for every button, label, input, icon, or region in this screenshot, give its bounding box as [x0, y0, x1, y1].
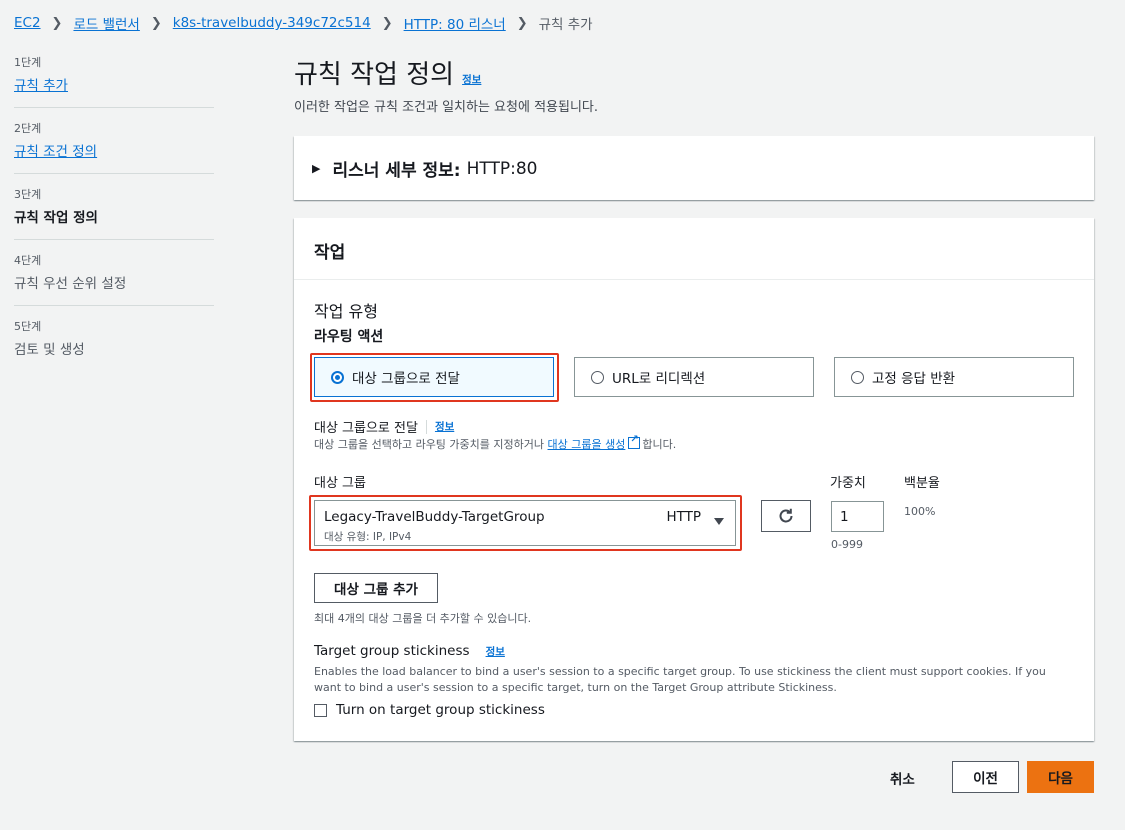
wizard-steps: 1단계 규칙 추가 2단계 규칙 조건 정의 3단계 규칙 작업 정의 4단계 …: [14, 54, 214, 383]
option-forward-to-target-group[interactable]: 대상 그룹으로 전달: [314, 357, 554, 397]
wizard-step-4: 4단계 규칙 우선 순위 설정: [14, 252, 214, 306]
target-group-type: 대상 유형: IP, IPv4: [324, 531, 412, 543]
cancel-button[interactable]: 취소: [890, 768, 915, 788]
percentage-value: 100%: [904, 505, 936, 518]
breadcrumb-ec2[interactable]: EC2: [14, 15, 41, 31]
option-label: 고정 응답 반환: [872, 371, 956, 387]
weight-input[interactable]: 1: [831, 501, 884, 532]
external-link-icon: [628, 434, 641, 449]
page-description: 이러한 작업은 규칙 조건과 일치하는 요청에 적용됩니다.: [294, 100, 599, 115]
page-title: 규칙 작업 정의: [294, 60, 455, 90]
page-info-link[interactable]: 정보: [462, 72, 481, 87]
target-group-select[interactable]: Legacy-TravelBuddy-TargetGroup 대상 유형: IP…: [314, 500, 736, 546]
action-heading: 작업: [314, 243, 346, 263]
step-link-add-rule[interactable]: 규칙 추가: [14, 78, 68, 94]
refresh-icon: [779, 508, 793, 523]
chevron-right-icon: ❯: [381, 15, 393, 31]
next-button[interactable]: 다음: [1027, 761, 1094, 793]
stickiness-label-row: Target group stickiness 정보: [314, 643, 505, 659]
option-redirect-to-url[interactable]: URL로 리디렉션: [574, 357, 814, 397]
wizard-step-3: 3단계 규칙 작업 정의: [14, 186, 214, 240]
refresh-button[interactable]: [761, 500, 811, 532]
option-label: URL로 리디렉션: [612, 371, 706, 387]
stickiness-checkbox-label: Turn on target group stickiness: [336, 702, 545, 718]
listener-details-value: HTTP:80: [466, 158, 538, 179]
action-panel-header: 작업: [294, 218, 1094, 280]
step-number: 1단계: [14, 56, 42, 69]
stickiness-checkbox[interactable]: [314, 703, 327, 717]
listener-details-label: 리스너 세부 정보:: [332, 161, 461, 181]
step-current-define-actions: 규칙 작업 정의: [14, 210, 98, 226]
forward-label-row: 대상 그룹으로 전달 정보: [314, 417, 454, 436]
caret-down-icon: [714, 518, 724, 525]
chevron-right-icon: ❯: [516, 15, 528, 31]
breadcrumb-current: 규칙 추가: [538, 17, 593, 33]
chevron-right-icon: ❯: [150, 15, 162, 31]
listener-details-panel: ▶ 리스너 세부 정보: HTTP:80: [294, 136, 1094, 200]
radio-icon: [851, 370, 864, 384]
step-link-define-conditions[interactable]: 규칙 조건 정의: [14, 144, 97, 160]
forward-label: 대상 그룹으로 전달: [314, 421, 418, 436]
weight-hint: 0-999: [831, 538, 863, 551]
forward-info-link[interactable]: 정보: [435, 419, 454, 434]
wizard-step-1: 1단계 규칙 추가: [14, 54, 214, 108]
caret-right-icon: ▶: [312, 162, 321, 175]
option-fixed-response[interactable]: 고정 응답 반환: [834, 357, 1074, 397]
routing-action-tiles: 대상 그룹으로 전달 URL로 리디렉션 고정 응답 반환: [314, 357, 1074, 397]
step-review-create: 검토 및 생성: [14, 342, 85, 358]
step-number: 2단계: [14, 122, 42, 135]
breadcrumb: EC2 ❯ 로드 밸런서 ❯ k8s-travelbuddy-349c72c51…: [14, 12, 593, 34]
routing-action-label: 라우팅 액션: [314, 329, 384, 345]
weight-label: 가중치: [830, 476, 866, 491]
wizard-step-2: 2단계 규칙 조건 정의: [14, 120, 214, 174]
target-group-name: Legacy-TravelBuddy-TargetGroup: [324, 509, 545, 525]
previous-button[interactable]: 이전: [952, 761, 1019, 793]
step-number: 4단계: [14, 254, 42, 267]
add-target-group-hint: 최대 4개의 대상 그룹을 더 추가할 수 있습니다.: [314, 612, 532, 625]
page-header: 규칙 작업 정의 정보: [294, 54, 481, 91]
action-type-label: 작업 유형: [314, 302, 378, 321]
chevron-right-icon: ❯: [51, 15, 63, 31]
forward-desc-text: 대상 그룹을 선택하고 라우팅 가중치를 지정하거나: [314, 438, 545, 451]
target-group-protocol: HTTP: [666, 509, 701, 525]
percentage-label: 백분율: [904, 476, 940, 491]
stickiness-info-link[interactable]: 정보: [486, 644, 505, 659]
breadcrumb-load-balancer[interactable]: k8s-travelbuddy-349c72c514: [173, 15, 371, 31]
step-set-priority: 규칙 우선 순위 설정: [14, 276, 127, 292]
listener-details-toggle[interactable]: ▶ 리스너 세부 정보: HTTP:80: [312, 156, 538, 182]
forward-description: 대상 그룹을 선택하고 라우팅 가중치를 지정하거나 대상 그룹을 생성 합니다.: [314, 434, 677, 452]
breadcrumb-listener[interactable]: HTTP: 80 리스너: [404, 13, 506, 33]
radio-icon: [591, 370, 604, 384]
divider: [425, 419, 427, 434]
option-label: 대상 그룹으로 전달: [352, 371, 460, 387]
stickiness-description: Enables the load balancer to bind a user…: [314, 665, 1046, 694]
add-target-group-button[interactable]: 대상 그룹 추가: [314, 573, 438, 603]
action-panel: 작업 작업 유형 라우팅 액션 대상 그룹으로 전달 URL로 리디렉션 고정 …: [294, 218, 1094, 741]
create-target-group-link[interactable]: 대상 그룹을 생성: [548, 438, 626, 451]
step-number: 5단계: [14, 320, 42, 333]
breadcrumb-load-balancers[interactable]: 로드 밸런서: [73, 13, 139, 33]
step-number: 3단계: [14, 188, 42, 201]
forward-desc-suffix: 합니다.: [642, 438, 677, 451]
wizard-step-5: 5단계 검토 및 생성: [14, 318, 214, 371]
radio-selected-icon: [331, 370, 344, 384]
stickiness-checkbox-row[interactable]: Turn on target group stickiness: [314, 702, 545, 718]
stickiness-label: Target group stickiness: [314, 643, 470, 659]
target-group-label: 대상 그룹: [314, 476, 366, 491]
